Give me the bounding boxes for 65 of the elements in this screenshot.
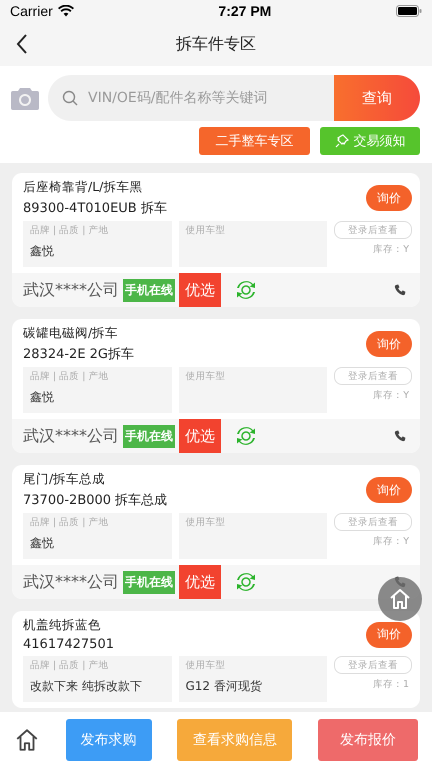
field-label: 品牌 | 品质 | 产地 [30,224,110,237]
field-value: G12 香河现货 [186,678,263,695]
featured-tag: 优选 [179,419,221,453]
part-title: 尾门/拆车总成 [23,471,106,488]
search-button[interactable]: 查询 [334,75,420,121]
back-icon[interactable] [16,34,28,54]
field-label: 品牌 | 品质 | 产地 [30,370,110,383]
search-field[interactable]: VIN/OE码/配件名称等关键词 [48,75,334,121]
online-tag: 手机在线 [123,278,175,302]
inquiry-button[interactable]: 询价 [366,622,412,648]
company-name: 武汉****公司 [23,572,119,592]
inquiry-button[interactable]: 询价 [366,477,412,503]
wifi-icon [58,5,74,17]
phone-icon[interactable] [394,284,406,296]
stock-text: 库存：1 [372,678,409,691]
page-title: 拆车件专区 [176,34,256,54]
part-number: 89300-4T010EUB 拆车 [23,200,167,217]
field-label: 使用车型 [186,370,226,383]
refresh-icon [235,571,257,593]
refresh-icon [235,279,257,301]
featured-tag: 优选 [179,565,221,599]
field-label: 品牌 | 品质 | 产地 [30,516,110,529]
part-title: 碳罐电磁阀/拆车 [23,325,120,342]
stock-text: 库存：Y [373,389,409,402]
part-number: 28324-2E 2G拆车 [23,346,134,363]
inquiry-button[interactable]: 询价 [366,185,412,211]
clock-time: 7:27 PM [218,3,272,19]
online-tag: 手机在线 [123,570,175,594]
login-to-view-button[interactable]: 登录后查看 [334,221,412,239]
home-icon [388,587,412,611]
company-name: 武汉****公司 [23,280,119,300]
refresh-icon [235,425,257,447]
login-to-view-button[interactable]: 登录后查看 [334,367,412,385]
part-title: 机盖纯拆蓝色 [23,617,102,634]
search-input[interactable]: VIN/OE码/配件名称等关键词 [86,74,334,122]
action-button[interactable]: 发布求购 [66,719,152,761]
login-to-view-button[interactable]: 登录后查看 [334,656,412,674]
online-tag: 手机在线 [123,424,175,448]
field-label: 使用车型 [186,516,226,529]
part-title: 后座椅靠背/L/拆车黑 [23,179,144,196]
company-name: 武汉****公司 [23,426,119,446]
field-label: 使用车型 [186,659,226,672]
battery-icon [396,5,422,17]
quick-link-button[interactable]: 二手整车专区 [199,127,310,155]
home-icon[interactable] [14,727,40,753]
stock-text: 库存：Y [373,535,409,548]
carrier-name: Carrier [10,3,53,19]
action-button[interactable]: 发布报价 [318,719,418,761]
featured-tag: 优选 [179,273,221,307]
part-number: 41617427501 [23,637,114,652]
pin-icon [334,134,348,148]
field-value: 改款下来 纯拆改款下 [30,678,143,695]
field-value: 鑫悦 [30,389,55,406]
quick-link-button[interactable]: 交易须知 [320,127,420,155]
field-label: 品牌 | 品质 | 产地 [30,659,110,672]
field-label: 使用车型 [186,224,226,237]
action-button[interactable]: 查看求购信息 [177,719,292,761]
search-icon [62,90,78,106]
part-number: 73700-2B000 拆车总成 [23,492,168,509]
field-value: 鑫悦 [30,243,55,260]
inquiry-button[interactable]: 询价 [366,331,412,357]
login-to-view-button[interactable]: 登录后查看 [334,513,412,531]
field-value: 鑫悦 [30,535,55,552]
stock-text: 库存：Y [373,243,409,256]
phone-icon[interactable] [394,430,406,442]
